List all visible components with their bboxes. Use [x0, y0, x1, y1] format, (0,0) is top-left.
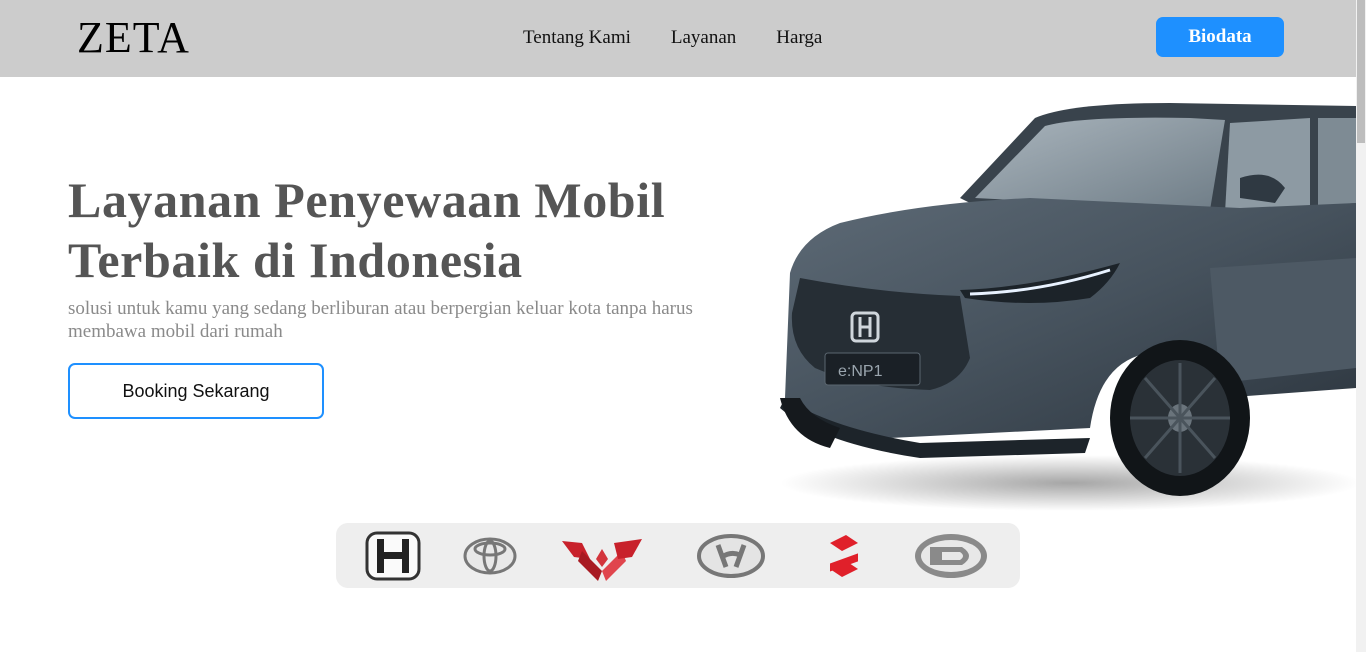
wuling-logo-icon[interactable] — [560, 529, 644, 583]
daihatsu-logo-icon[interactable] — [912, 529, 990, 583]
brand-logo-text[interactable]: ZETA — [77, 14, 190, 62]
nav-link-tentang-kami[interactable]: Tentang Kami — [523, 27, 631, 49]
scrollbar-thumb[interactable] — [1357, 0, 1365, 143]
hero-title: Layanan Penyewaan Mobil Terbaik di Indon… — [68, 172, 666, 288]
toyota-logo-icon[interactable] — [462, 529, 518, 583]
biodata-button[interactable]: Biodata — [1156, 17, 1284, 57]
hyundai-logo-icon[interactable] — [696, 529, 766, 583]
navbar: ZETA Tentang Kami Layanan Harga Biodata — [0, 0, 1356, 77]
page: ZETA Tentang Kami Layanan Harga Biodata … — [0, 0, 1366, 652]
honda-logo-icon[interactable] — [364, 529, 422, 583]
nav-links: Tentang Kami Layanan Harga — [523, 27, 822, 49]
page-scrollbar[interactable] — [1356, 0, 1366, 652]
nav-link-harga[interactable]: Harga — [776, 27, 822, 49]
car-image: e:NP1 — [780, 103, 1356, 511]
brand-logos-strip — [336, 523, 1020, 588]
nav-link-layanan[interactable]: Layanan — [671, 27, 736, 49]
suzuki-logo-icon[interactable] — [826, 529, 862, 583]
car-badge-text: e:NP1 — [838, 363, 883, 380]
booking-now-button[interactable]: Booking Sekarang — [68, 363, 324, 419]
hero-subtitle: solusi untuk kamu yang sedang berliburan… — [68, 298, 693, 342]
